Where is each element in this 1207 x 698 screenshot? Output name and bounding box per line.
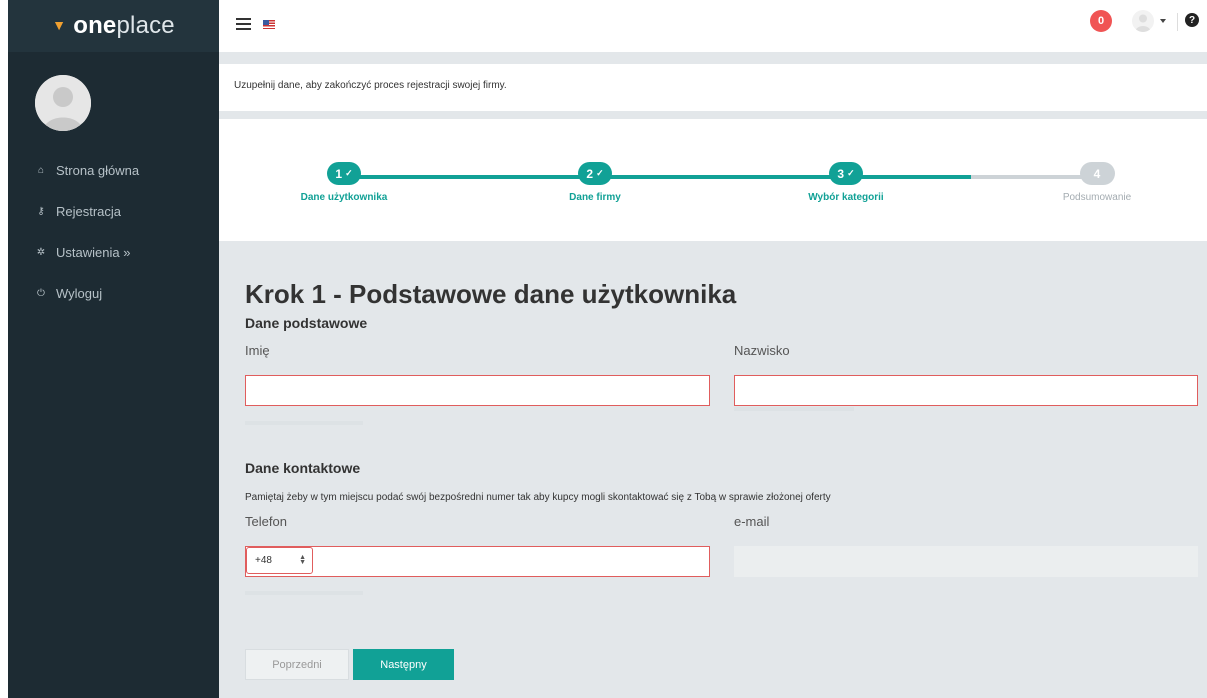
user-avatar bbox=[1132, 10, 1154, 32]
progress-stepper: 1 ✓ Dane użytkownika 2 ✓ Dane firmy 3 ✓ Wyb… bbox=[219, 119, 1207, 241]
step-label: Dane użytkownika bbox=[300, 192, 388, 203]
user-menu[interactable] bbox=[1132, 10, 1166, 32]
logo-mark-icon: ▼ bbox=[52, 17, 67, 33]
help-icon[interactable]: ? bbox=[1185, 13, 1199, 27]
language-flag-icon[interactable] bbox=[263, 20, 275, 29]
page-title: Krok 1 - Podstawowe dane użytkownika bbox=[245, 279, 736, 310]
section-title-contact: Dane kontaktowe bbox=[245, 460, 360, 476]
sidebar-item-label: Rejestracja bbox=[56, 204, 122, 219]
section-title-strong: podstawowe bbox=[283, 315, 368, 331]
step-number: 1 bbox=[335, 166, 343, 181]
sidebar-item-label: Strona główna bbox=[56, 163, 140, 178]
phone-prefix-value: +48 bbox=[255, 555, 272, 566]
step-number: 3 bbox=[837, 166, 845, 181]
last-name-label: Nazwisko bbox=[734, 343, 790, 358]
sidebar-item-label: Wyloguj bbox=[56, 286, 103, 301]
form-area: Krok 1 - Podstawowe dane użytkownika Dan… bbox=[219, 241, 1207, 698]
sidebar-item-logout[interactable]: ⏻ Wyloguj bbox=[8, 273, 219, 314]
section-title-prefix: Dane bbox=[245, 460, 280, 476]
first-name-input[interactable] bbox=[245, 375, 710, 406]
phone-label: Telefon bbox=[245, 514, 287, 529]
section-title-prefix: Dane bbox=[245, 315, 280, 331]
menu-toggle-icon[interactable] bbox=[236, 18, 251, 30]
step-label: Wybór kategorii bbox=[808, 192, 884, 203]
divider-strip bbox=[219, 52, 1207, 64]
phone-input[interactable]: +48 ▲ ▼ bbox=[245, 546, 710, 577]
power-icon: ⏻ bbox=[37, 288, 45, 299]
sidebar-item-home[interactable]: ⌂ Strona główna bbox=[8, 150, 219, 191]
email-label: e-mail bbox=[734, 514, 770, 529]
info-text: Uzupełnij dane, aby zakończyć proces rej… bbox=[234, 80, 507, 91]
step-1[interactable]: 1 ✓ Dane użytkownika bbox=[264, 162, 424, 203]
step-4[interactable]: 4 Podsumowanie bbox=[1017, 162, 1177, 203]
phone-prefix-select[interactable]: +48 ▲ ▼ bbox=[246, 547, 313, 574]
page-title-text: Podstawowe dane użytkownika bbox=[349, 279, 737, 309]
step-circle: 1 ✓ bbox=[327, 162, 361, 185]
step-label: Podsumowanie bbox=[1062, 192, 1132, 203]
last-name-input[interactable] bbox=[734, 375, 1198, 406]
key-icon: ⚷ bbox=[37, 206, 45, 217]
first-name-label: Imię bbox=[245, 343, 270, 358]
step-number: 2 bbox=[586, 166, 594, 181]
step-2[interactable]: 2 ✓ Dane firmy bbox=[515, 162, 675, 203]
home-icon: ⌂ bbox=[37, 165, 45, 176]
section-title-strong: kontaktowe bbox=[283, 460, 361, 476]
check-icon: ✓ bbox=[345, 168, 353, 178]
step-circle: 2 ✓ bbox=[578, 162, 612, 185]
check-icon: ✓ bbox=[596, 168, 604, 178]
logo-text-bold: one bbox=[73, 12, 117, 39]
step-3[interactable]: 3 ✓ Wybór kategorii bbox=[766, 162, 926, 203]
page-title-step: Krok 1 - bbox=[245, 279, 342, 309]
previous-button[interactable]: Poprzedni bbox=[245, 649, 349, 680]
topbar: 0 ? bbox=[219, 0, 1207, 52]
sidebar-header: ▼ one place bbox=[8, 0, 219, 52]
sidebar: ▼ one place ⌂ Strona główna ⚷ Rejestracja… bbox=[8, 0, 219, 698]
sidebar-nav: ⌂ Strona główna ⚷ Rejestracja ✲ Ustawien… bbox=[8, 150, 219, 314]
phone-hint bbox=[245, 591, 363, 595]
notification-badge[interactable]: 0 bbox=[1090, 10, 1112, 32]
section-title-basic: Dane podstawowe bbox=[245, 315, 367, 331]
sidebar-item-registration[interactable]: ⚷ Rejestracja bbox=[8, 191, 219, 232]
step-circle: 3 ✓ bbox=[829, 162, 863, 185]
logo-text-light: place bbox=[116, 12, 175, 39]
last-name-hint bbox=[734, 407, 854, 411]
contact-note: Pamiętaj żeby w tym miejscu podać swój b… bbox=[245, 492, 831, 503]
step-circle: 4 bbox=[1079, 162, 1115, 185]
gear-icon: ✲ bbox=[36, 247, 46, 258]
step-number: 4 bbox=[1093, 166, 1101, 181]
next-button[interactable]: Następny bbox=[353, 649, 454, 680]
divider-strip bbox=[219, 111, 1207, 119]
email-input bbox=[734, 546, 1198, 577]
sidebar-avatar[interactable] bbox=[35, 75, 91, 131]
chevron-down-icon bbox=[1160, 19, 1166, 23]
check-icon: ✓ bbox=[847, 168, 855, 178]
info-box: Uzupełnij dane, aby zakończyć proces rej… bbox=[219, 64, 1207, 111]
user-silhouette-icon bbox=[1135, 14, 1151, 32]
sidebar-item-label: Ustawienia » bbox=[56, 245, 131, 260]
logo[interactable]: ▼ one place bbox=[52, 12, 175, 40]
select-arrows-icon: ▲ ▼ bbox=[299, 554, 306, 566]
user-silhouette-icon bbox=[35, 75, 91, 131]
sidebar-item-settings[interactable]: ✲ Ustawienia » bbox=[8, 232, 219, 273]
step-label: Dane firmy bbox=[569, 192, 621, 203]
topbar-divider bbox=[1177, 13, 1178, 31]
first-name-hint bbox=[245, 421, 363, 425]
